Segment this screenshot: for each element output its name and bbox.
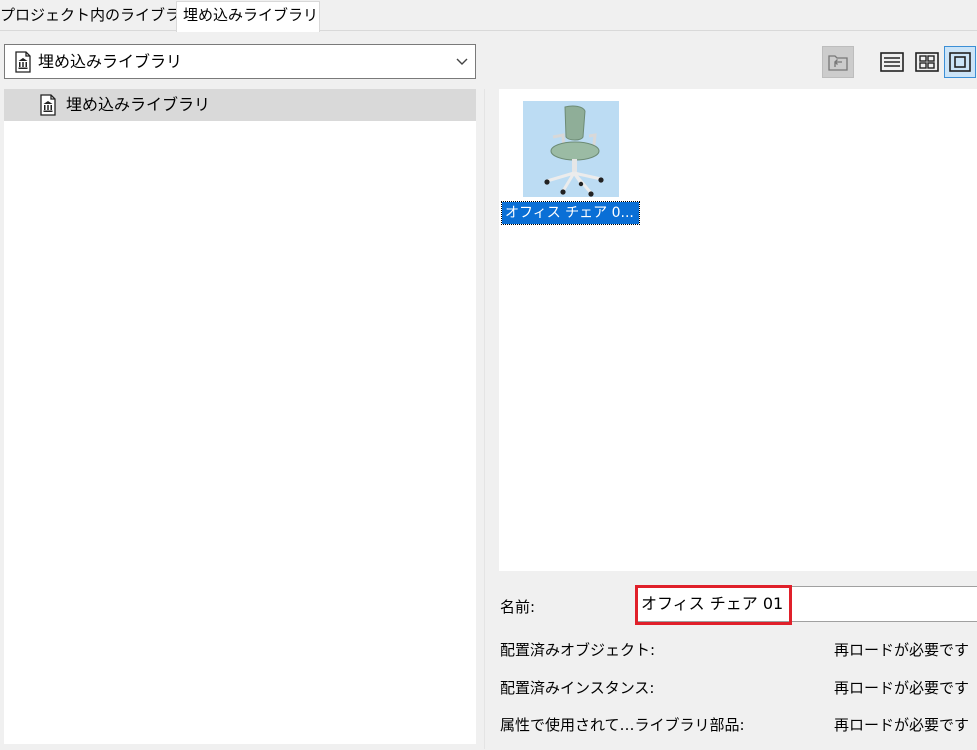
name-label: 名前: — [500, 598, 536, 616]
tab-bar: プロジェクト内のライブラリ 埋め込みライブラリ — [0, 0, 977, 32]
name-field[interactable]: オフィス チェア 01 — [636, 586, 977, 622]
list-view-icon — [880, 52, 904, 72]
placed-objects-label: 配置済みオブジェクト: — [500, 641, 656, 659]
large-icon-view-button[interactable] — [944, 46, 976, 78]
preview-item-label[interactable]: オフィス チェア 0... — [501, 201, 640, 225]
tab-project-library[interactable]: プロジェクト内のライブラリ — [0, 2, 195, 31]
list-view-button[interactable] — [876, 46, 908, 78]
grid-view-icon — [915, 52, 939, 72]
attribute-used-parts-label: 属性で使用されて…ライブラリ部品: — [500, 716, 745, 734]
object-info-panel: 名前: オフィス チェア 01 配置済みオブジェクト: 再ロードが必要です 配置… — [490, 572, 977, 750]
library-tree: 埋め込みライブラリ — [4, 89, 476, 744]
folder-up-button[interactable] — [822, 46, 854, 78]
library-select-value: 埋め込みライブラリ — [38, 52, 183, 71]
office-chair-icon — [544, 105, 604, 197]
library-select[interactable]: 埋め込みライブラリ — [4, 44, 476, 79]
library-preview-pane: オフィス チェア 0... — [499, 89, 977, 571]
office-chair-thumbnail[interactable] — [523, 101, 619, 197]
library-icon — [40, 94, 56, 116]
tree-item-embedded-library[interactable]: 埋め込みライブラリ — [4, 89, 476, 121]
folder-up-icon — [828, 55, 848, 71]
tab-embedded-library[interactable]: 埋め込みライブラリ — [176, 1, 320, 32]
pane-splitter[interactable] — [476, 89, 490, 749]
tree-item-label: 埋め込みライブラリ — [66, 95, 211, 114]
library-manager-window: プロジェクト内のライブラリ 埋め込みライブラリ 埋め込みライブラリ 埋め込みライ… — [0, 0, 977, 750]
attribute-used-parts-value: 再ロードが必要です — [834, 716, 970, 734]
placed-instances-label: 配置済みインスタンス: — [500, 679, 655, 697]
large-icon-view-icon — [949, 52, 971, 72]
placed-instances-value: 再ロードが必要です — [834, 679, 970, 697]
splitter-line — [484, 89, 485, 749]
chevron-down-icon — [456, 58, 468, 65]
grid-view-button[interactable] — [911, 46, 943, 78]
placed-objects-value: 再ロードが必要です — [834, 641, 970, 659]
library-icon — [15, 51, 31, 73]
